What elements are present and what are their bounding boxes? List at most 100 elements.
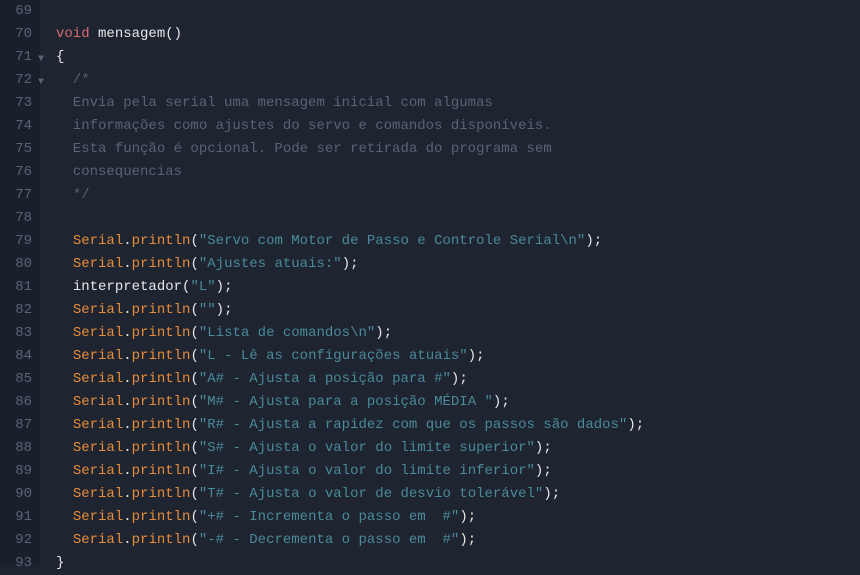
- string-literal: "R# - Ajusta a rapidez com que os passos…: [199, 417, 627, 433]
- line-number: 71▼: [4, 46, 32, 69]
- line-number: 87: [4, 414, 32, 437]
- line-number: 82: [4, 299, 32, 322]
- serial-object: Serial: [73, 256, 123, 272]
- string-literal: "-# - Decrementa o passo em #": [199, 532, 459, 548]
- code-line: }: [56, 552, 860, 575]
- comment-line: /*: [56, 69, 860, 92]
- string-literal: "T# - Ajusta o valor de desvio tolerável…: [199, 486, 543, 502]
- serial-object: Serial: [73, 348, 123, 364]
- serial-object: Serial: [73, 302, 123, 318]
- keyword-void: void: [56, 26, 90, 42]
- println-method: println: [132, 325, 191, 341]
- code-line: void mensagem(): [56, 23, 860, 46]
- line-number: 89: [4, 460, 32, 483]
- code-line: Serial.println("L - Lê as configurações …: [56, 345, 860, 368]
- line-number: 86: [4, 391, 32, 414]
- code-line: interpretador("L");: [56, 276, 860, 299]
- line-number: 70: [4, 23, 32, 46]
- line-number: 69: [4, 0, 32, 23]
- string-literal: "L - Lê as configurações atuais": [199, 348, 468, 364]
- string-literal: "Servo com Motor de Passo e Controle Ser…: [199, 233, 585, 249]
- string-literal: "M# - Ajusta para a posição MÉDIA ": [199, 394, 493, 410]
- serial-object: Serial: [73, 486, 123, 502]
- string-literal: "": [199, 302, 216, 318]
- serial-object: Serial: [73, 417, 123, 433]
- comment-line: Envia pela serial uma mensagem inicial c…: [56, 92, 860, 115]
- function-name: mensagem: [98, 26, 165, 42]
- line-number: 83: [4, 322, 32, 345]
- string-literal: "I# - Ajusta o valor do limite inferior": [199, 463, 535, 479]
- line-number: 85: [4, 368, 32, 391]
- serial-object: Serial: [73, 532, 123, 548]
- code-line: Serial.println("A# - Ajusta a posição pa…: [56, 368, 860, 391]
- line-number: 91: [4, 506, 32, 529]
- serial-object: Serial: [73, 371, 123, 387]
- line-number: 84: [4, 345, 32, 368]
- code-area[interactable]: void mensagem() { /* Envia pela serial u…: [40, 0, 860, 565]
- code-line: Serial.println("Ajustes atuais:");: [56, 253, 860, 276]
- println-method: println: [132, 463, 191, 479]
- println-method: println: [132, 417, 191, 433]
- string-literal: "+# - Incrementa o passo em #": [199, 509, 459, 525]
- println-method: println: [132, 348, 191, 364]
- println-method: println: [132, 486, 191, 502]
- println-method: println: [132, 302, 191, 318]
- string-literal: "S# - Ajusta o valor do limite superior": [199, 440, 535, 456]
- string-literal: "Lista de comandos\n": [199, 325, 375, 341]
- code-line: [56, 207, 860, 230]
- serial-object: Serial: [73, 463, 123, 479]
- println-method: println: [132, 440, 191, 456]
- serial-object: Serial: [73, 394, 123, 410]
- open-brace: {: [56, 49, 64, 65]
- function-call: interpretador: [73, 279, 182, 295]
- serial-object: Serial: [73, 509, 123, 525]
- code-line: Serial.println("R# - Ajusta a rapidez co…: [56, 414, 860, 437]
- string-literal: "Ajustes atuais:": [199, 256, 342, 272]
- line-number: 81: [4, 276, 32, 299]
- line-gutter: 69 70 71▼ 72▼ 73 74 75 76 77 78 79 80 81…: [0, 0, 40, 565]
- code-line: Serial.println("I# - Ajusta o valor do l…: [56, 460, 860, 483]
- line-number: 74: [4, 115, 32, 138]
- println-method: println: [132, 233, 191, 249]
- line-number: 88: [4, 437, 32, 460]
- string-literal: "A# - Ajusta a posição para #": [199, 371, 451, 387]
- code-line: Serial.println("Servo com Motor de Passo…: [56, 230, 860, 253]
- println-method: println: [132, 509, 191, 525]
- code-line: Serial.println("");: [56, 299, 860, 322]
- println-method: println: [132, 371, 191, 387]
- code-line: Serial.println("M# - Ajusta para a posiç…: [56, 391, 860, 414]
- code-line: Serial.println("+# - Incrementa o passo …: [56, 506, 860, 529]
- comment-line: informações como ajustes do servo e coma…: [56, 115, 860, 138]
- line-number: 78: [4, 207, 32, 230]
- line-number: 92: [4, 529, 32, 552]
- parentheses: (): [165, 26, 182, 42]
- line-number: 76: [4, 161, 32, 184]
- println-method: println: [132, 532, 191, 548]
- code-line: {: [56, 46, 860, 69]
- line-number: 80: [4, 253, 32, 276]
- line-number: 75: [4, 138, 32, 161]
- fold-marker-icon[interactable]: ▼: [38, 71, 44, 94]
- line-number: 79: [4, 230, 32, 253]
- serial-object: Serial: [73, 325, 123, 341]
- close-brace: }: [56, 555, 64, 571]
- code-line: Serial.println("Lista de comandos\n");: [56, 322, 860, 345]
- line-number: 93: [4, 552, 32, 575]
- code-line: [56, 0, 860, 23]
- println-method: println: [132, 394, 191, 410]
- comment-line: consequencias: [56, 161, 860, 184]
- code-editor[interactable]: 69 70 71▼ 72▼ 73 74 75 76 77 78 79 80 81…: [0, 0, 860, 565]
- serial-object: Serial: [73, 233, 123, 249]
- line-number: 72▼: [4, 69, 32, 92]
- code-line: Serial.println("T# - Ajusta o valor de d…: [56, 483, 860, 506]
- code-line: Serial.println("S# - Ajusta o valor do l…: [56, 437, 860, 460]
- println-method: println: [132, 256, 191, 272]
- line-number: 77: [4, 184, 32, 207]
- fold-marker-icon[interactable]: ▼: [38, 48, 44, 71]
- string-literal: "L": [190, 279, 215, 295]
- comment-line: Esta função é opcional. Pode ser retirad…: [56, 138, 860, 161]
- serial-object: Serial: [73, 440, 123, 456]
- line-number: 73: [4, 92, 32, 115]
- code-line: Serial.println("-# - Decrementa o passo …: [56, 529, 860, 552]
- line-number: 90: [4, 483, 32, 506]
